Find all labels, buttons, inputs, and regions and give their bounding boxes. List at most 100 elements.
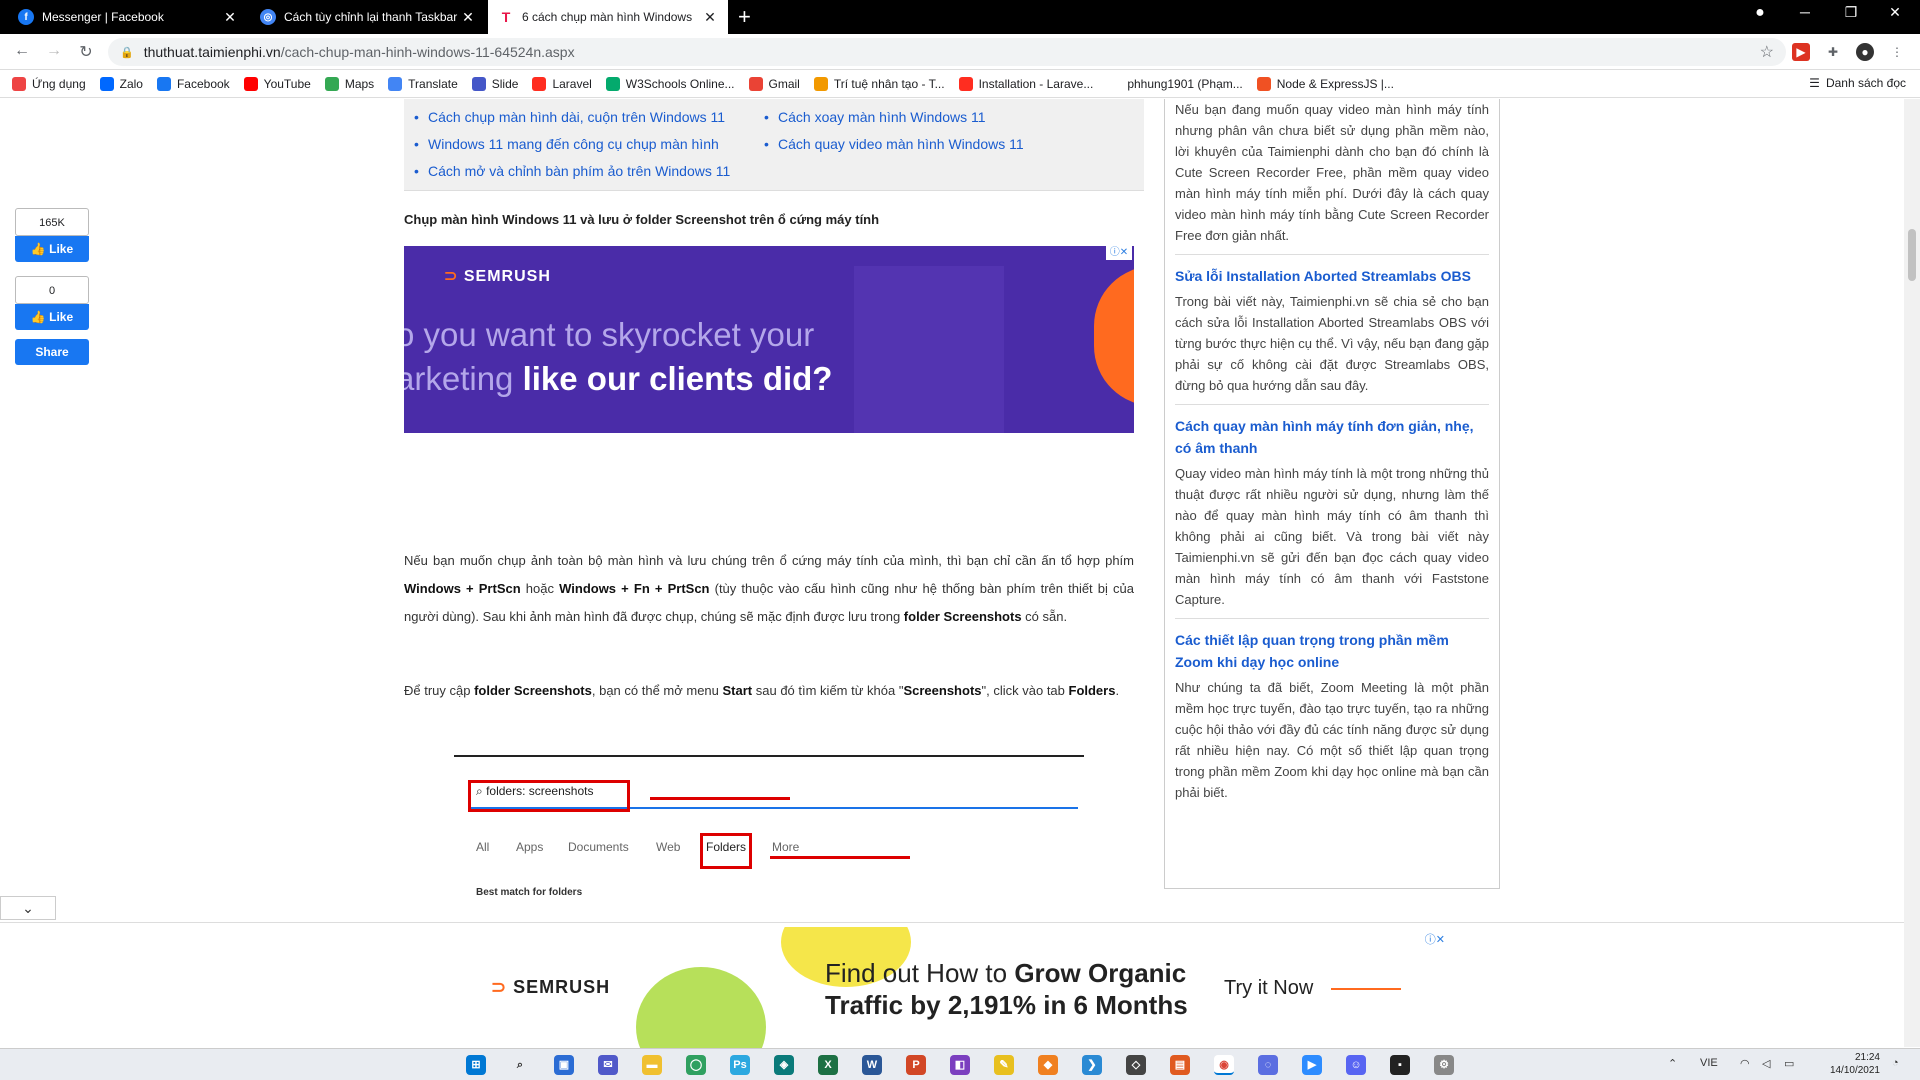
git-icon[interactable]: ◇ (1126, 1055, 1146, 1075)
wifi-icon[interactable]: ◠ (1740, 1057, 1750, 1070)
app-red-orange-icon[interactable]: ▤ (1170, 1055, 1190, 1075)
app-orange-icon[interactable]: ◆ (1038, 1055, 1058, 1075)
facebook-icon (156, 76, 171, 91)
word-icon[interactable]: W (862, 1055, 882, 1075)
minimize-icon[interactable]: ─ (1790, 4, 1820, 20)
window-close-icon[interactable]: ✕ (1880, 4, 1910, 21)
text-run: sau đó tìm kiếm từ khóa " (752, 683, 904, 698)
related-link[interactable]: Cách quay video màn hình Windows 11 (764, 131, 1024, 158)
bookmark-label: Gmail (768, 76, 800, 91)
screenshot-tab-web: Web (656, 840, 681, 854)
chrome-page-icon: ◎ (260, 9, 276, 25)
bookmark-item[interactable]: Zalo (99, 76, 143, 91)
bookmark-item[interactable]: Installation - Larave... (958, 76, 1093, 91)
extensions-puzzle-icon[interactable]: ✚ (1824, 43, 1842, 61)
share-button[interactable]: Share (15, 339, 89, 365)
bookmark-item[interactable]: W3Schools Online... (605, 76, 735, 91)
related-link[interactable]: Windows 11 mang đến công cụ chụp màn hìn… (414, 131, 730, 158)
like-button[interactable]: 👍 Like (15, 304, 89, 330)
scrollbar-thumb[interactable] (1908, 229, 1916, 281)
menu-kebab-icon[interactable]: ⋮ (1888, 43, 1906, 61)
app-purple-icon[interactable]: ◧ (950, 1055, 970, 1075)
semrush-banner-ad[interactable]: ⊃ SEMRUSH o you want to skyrocket your a… (404, 246, 1134, 433)
system-clock[interactable]: 21:24 14/10/2021 (1830, 1051, 1880, 1077)
vscode-icon[interactable]: ❯ (1082, 1055, 1102, 1075)
settings-gear-icon[interactable]: ⚙ (1434, 1055, 1454, 1075)
forward-icon[interactable]: → (42, 42, 66, 60)
windows-start-icon[interactable]: ⊞ (466, 1055, 486, 1075)
related-link[interactable]: Cách chụp màn hình dài, cuộn trên Window… (414, 104, 730, 131)
profile-dropdown-icon[interactable]: ● (1745, 4, 1775, 22)
tab-taskbar-article[interactable]: ◎ Cách tùy chỉnh lại thanh Taskbar ✕ (250, 0, 486, 34)
adchoices-icon[interactable]: ⓘ✕ (1425, 931, 1445, 947)
ad-head-2: Traffic by 2,191% in 6 Months (825, 990, 1188, 1020)
chevron-down-icon[interactable]: ⌄ (0, 896, 56, 920)
ad-line-2: arketing like our clients did? (404, 360, 832, 398)
search-icon[interactable]: ⌕ (510, 1055, 530, 1075)
bold-text: Folders (1068, 683, 1116, 698)
language-indicator[interactable]: VIE (1700, 1057, 1718, 1069)
tab-strip: f Messenger | Facebook ✕ ◎ Cách tùy chỉn… (0, 0, 1920, 34)
bookmark-item[interactable]: Trí tuệ nhân tạo - T... (813, 76, 945, 91)
app-green-icon[interactable]: ◯ (686, 1055, 706, 1075)
messenger-icon[interactable]: ◌ (1258, 1055, 1278, 1075)
ad-arrow-shape (854, 266, 1004, 433)
sticky-notes-icon[interactable]: ✎ (994, 1055, 1014, 1075)
close-icon[interactable]: ✕ (222, 9, 238, 26)
discord-icon[interactable]: ☺ (1346, 1055, 1366, 1075)
sidebar-article-title[interactable]: Sửa lỗi Installation Aborted Streamlabs … (1175, 265, 1489, 287)
bookmark-item[interactable]: Laravel (532, 76, 592, 91)
file-explorer-icon[interactable]: ▬ (642, 1055, 662, 1075)
screenshot-tab-documents: Documents (568, 840, 629, 854)
related-link[interactable]: Cách mở và chỉnh bàn phím ảo trên Window… (414, 158, 730, 185)
notifications-icon[interactable]: ◔ (1892, 1057, 1899, 1069)
excel-icon[interactable]: X (818, 1055, 838, 1075)
close-icon[interactable]: ✕ (460, 9, 476, 26)
bookmark-item[interactable]: Node & ExpressJS |... (1256, 76, 1394, 91)
photoshop-icon[interactable]: Ps (730, 1055, 750, 1075)
semrush-sticky-ad[interactable]: ⊃ SEMRUSH Find out How to Grow Organic Tr… (451, 927, 1455, 1049)
related-link[interactable]: Cách xoay màn hình Windows 11 (764, 104, 1024, 131)
powerpoint-icon[interactable]: P (906, 1055, 926, 1075)
bookmark-star-icon[interactable]: ☆ (1760, 42, 1774, 62)
bookmark-item[interactable]: Slide (471, 76, 518, 91)
chrome-icon[interactable]: ◉ (1214, 1055, 1234, 1075)
like-button[interactable]: 👍 Like (15, 236, 89, 262)
bookmark-item[interactable]: phhung1901 (Phạm... (1107, 76, 1243, 91)
new-tab-icon[interactable]: + (738, 4, 751, 30)
sidebar-article-title[interactable]: Cách quay màn hình máy tính đơn giản, nh… (1175, 415, 1489, 459)
app-teal-icon[interactable]: ◈ (774, 1055, 794, 1075)
zoom-icon[interactable]: ▶ (1302, 1055, 1322, 1075)
teams-chat-icon[interactable]: ✉ (598, 1055, 618, 1075)
avatar[interactable]: ● (1856, 43, 1874, 61)
ad-headline: Find out How to Grow Organic Traffic by 2… (825, 957, 1188, 1021)
bookmark-item[interactable]: Ứng dụng (12, 76, 86, 91)
bookmark-item[interactable]: Translate (388, 76, 458, 91)
bold-text: folder Screenshots (474, 683, 592, 698)
back-icon[interactable]: ← (10, 42, 34, 60)
chevron-up-icon[interactable]: ⌃ (1668, 1057, 1677, 1070)
bookmark-item[interactable]: Facebook (156, 76, 230, 91)
app-dark-icon[interactable]: ▪ (1390, 1055, 1410, 1075)
extension-red-icon[interactable]: ▶ (1792, 43, 1810, 61)
reading-list-button[interactable]: ☰ Danh sách đọc (1809, 76, 1906, 90)
adchoices-icon[interactable]: ⓘ✕ (1106, 246, 1132, 260)
ad-cta[interactable]: Try it Now (1224, 977, 1313, 1000)
tab-messenger[interactable]: f Messenger | Facebook ✕ (8, 0, 248, 34)
bookmark-item[interactable]: Maps (324, 76, 374, 91)
scrollbar[interactable] (1904, 99, 1920, 1047)
bookmark-item[interactable]: YouTube (243, 76, 311, 91)
volume-icon[interactable]: ◁ (1762, 1057, 1770, 1070)
bookmark-label: Node & ExpressJS |... (1276, 76, 1394, 91)
task-view-icon[interactable]: ▣ (554, 1055, 574, 1075)
screenshot-tab-all: All (476, 840, 490, 854)
url-path: /cach-chup-man-hinh-windows-11-64524n.as… (280, 44, 575, 60)
maximize-icon[interactable]: ❐ (1836, 4, 1866, 21)
battery-icon[interactable]: ▭ (1784, 1057, 1794, 1070)
sidebar-article-title[interactable]: Các thiết lập quan trọng trong phần mềm … (1175, 629, 1489, 673)
address-bar[interactable]: 🔒 thuthuat.taimienphi.vn /cach-chup-man-… (108, 38, 1786, 66)
tab-screenshot-article[interactable]: T 6 cách chụp màn hình Windows ✕ (488, 0, 728, 34)
reload-icon[interactable]: ↻ (74, 42, 98, 62)
close-icon[interactable]: ✕ (702, 9, 718, 26)
bookmark-item[interactable]: Gmail (748, 76, 800, 91)
